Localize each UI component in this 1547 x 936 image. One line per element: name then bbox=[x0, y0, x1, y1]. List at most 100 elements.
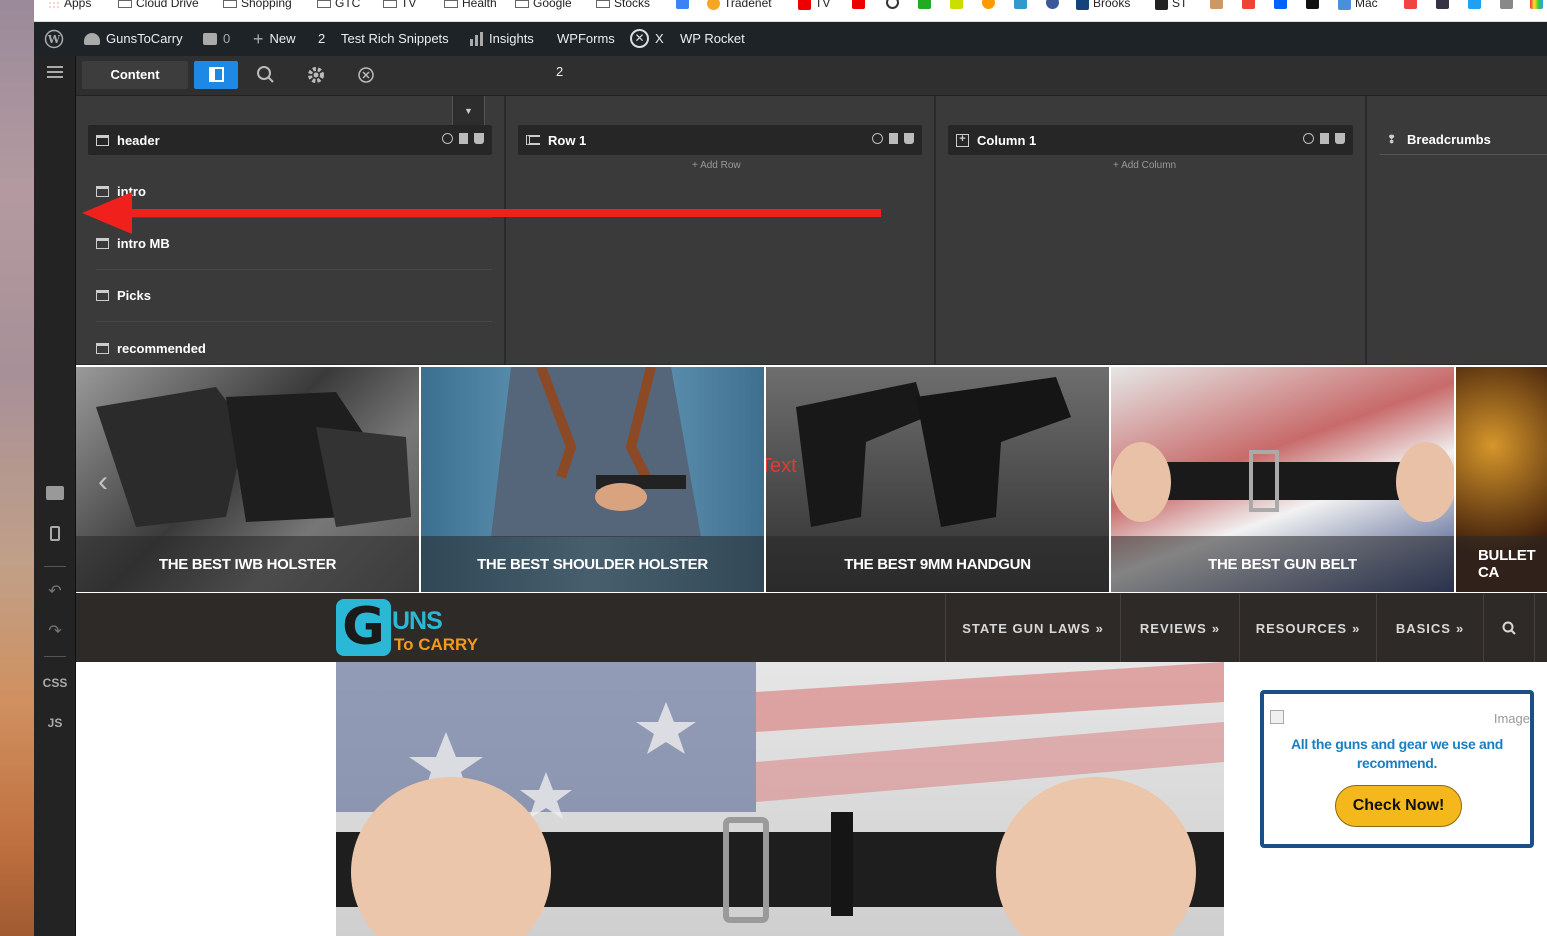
bookmark-dropbox[interactable] bbox=[1274, 0, 1287, 9]
bookmark-label: Google bbox=[533, 0, 572, 10]
bookmark-brooks[interactable]: Brooks bbox=[1076, 0, 1130, 10]
tile-bullet[interactable]: BULLET CA bbox=[1456, 367, 1547, 592]
element-label: Picks bbox=[117, 288, 151, 303]
bookmark-tradenet[interactable]: Tradenet bbox=[707, 0, 772, 10]
bookmark-network[interactable] bbox=[1500, 0, 1513, 9]
nav-basics[interactable]: BASICS» bbox=[1376, 594, 1483, 662]
bookmark-bolt[interactable] bbox=[1014, 0, 1027, 9]
settings-button[interactable] bbox=[306, 65, 326, 85]
js-button[interactable]: JS bbox=[34, 716, 76, 730]
insights-link[interactable]: Insights bbox=[470, 31, 534, 46]
logo-subtext: To CARRY bbox=[394, 635, 479, 654]
tile-caption: BULLET CA bbox=[1456, 536, 1547, 592]
copy-icon[interactable] bbox=[1320, 133, 1329, 144]
nav-label: BASICS bbox=[1395, 620, 1451, 636]
wp-rocket-link[interactable]: WP Rocket bbox=[680, 31, 745, 46]
search-icon[interactable] bbox=[1303, 133, 1314, 144]
trash-icon[interactable] bbox=[474, 133, 484, 144]
wpforms-link[interactable]: WPForms bbox=[557, 31, 615, 46]
desktop-wallpaper bbox=[0, 0, 34, 936]
search-icon[interactable] bbox=[442, 133, 453, 144]
redo-button[interactable]: ↷ bbox=[34, 621, 76, 641]
x-link[interactable]: ✕ X bbox=[630, 29, 664, 48]
trash-icon[interactable] bbox=[904, 133, 914, 144]
column-element[interactable]: + Column 1 bbox=[948, 125, 1353, 155]
nav-state-gun-laws[interactable]: STATE GUN LAWS» bbox=[945, 594, 1120, 662]
text-overlay: Text bbox=[766, 455, 797, 477]
panel-toggle-button[interactable] bbox=[194, 61, 238, 89]
add-row-button[interactable]: + Add Row bbox=[692, 160, 741, 171]
tile-9mm-handgun[interactable]: Text THE BEST 9MM HANDGUN bbox=[766, 367, 1109, 592]
bookmark-tv[interactable]: TV bbox=[383, 0, 416, 10]
new-content-link[interactable]: + New bbox=[253, 30, 296, 48]
bookmark-cloud-drive[interactable]: Cloud Drive bbox=[118, 0, 199, 10]
network-icon bbox=[1500, 0, 1513, 9]
check-now-button[interactable]: Check Now! bbox=[1335, 785, 1462, 827]
search-icon bbox=[257, 66, 274, 83]
tile-gun-belt[interactable]: THE BEST GUN BELT bbox=[1111, 367, 1454, 592]
content-button[interactable]: Content bbox=[82, 61, 188, 89]
updates-count: 2 bbox=[318, 31, 326, 46]
menu-button[interactable] bbox=[34, 66, 76, 81]
copy-icon[interactable] bbox=[459, 133, 468, 144]
bookmark-facebook[interactable] bbox=[1046, 0, 1059, 9]
bookmark-google[interactable]: Google bbox=[515, 0, 572, 10]
nav-resources[interactable]: RESOURCES» bbox=[1239, 594, 1376, 662]
folder-icon bbox=[596, 0, 610, 8]
bookmark-health[interactable]: Health bbox=[444, 0, 497, 10]
updates-link[interactable]: 2 bbox=[318, 31, 325, 46]
header-element[interactable]: header bbox=[88, 125, 492, 155]
add-element-button[interactable] bbox=[34, 486, 76, 503]
bookmark-gtc[interactable]: GTC bbox=[317, 0, 360, 10]
bookmark-wp[interactable] bbox=[1306, 0, 1319, 9]
comments-link[interactable]: 0 bbox=[203, 31, 230, 46]
td-icon bbox=[918, 0, 931, 9]
add-column-button[interactable]: + Add Column bbox=[1113, 160, 1176, 171]
bookmark-mac[interactable]: Mac bbox=[1338, 0, 1378, 10]
bookmark-pocket[interactable] bbox=[1242, 0, 1255, 9]
bookmark-rainbow[interactable] bbox=[1530, 0, 1543, 9]
collapse-toggle[interactable]: ▼ bbox=[452, 96, 485, 128]
search-icon[interactable] bbox=[872, 133, 883, 144]
bookmark-orange[interactable] bbox=[982, 0, 995, 9]
trash-icon[interactable] bbox=[1335, 133, 1345, 144]
bookmark-dark[interactable] bbox=[1436, 0, 1449, 9]
bookmark-cp[interactable] bbox=[950, 0, 963, 9]
bookmark-twitter[interactable] bbox=[1468, 0, 1481, 9]
copy-icon[interactable] bbox=[889, 133, 898, 144]
chevron-left-icon[interactable]: ‹ bbox=[98, 465, 108, 499]
folder-icon bbox=[444, 0, 458, 8]
bookmark-label: Mac bbox=[1355, 0, 1378, 10]
nav-reviews[interactable]: REVIEWS» bbox=[1120, 594, 1239, 662]
wordpress-logo-button[interactable]: W bbox=[44, 29, 64, 49]
bookmark-apps[interactable]: Apps bbox=[48, 0, 91, 10]
close-button[interactable] bbox=[356, 65, 376, 85]
bookmark-youtube[interactable] bbox=[852, 0, 865, 9]
youtube-icon bbox=[798, 0, 811, 10]
bookmark-search[interactable] bbox=[886, 0, 899, 9]
bookmark-youtube-tv[interactable]: TV bbox=[798, 0, 830, 10]
site-name-link[interactable]: GunsToCarry bbox=[84, 31, 183, 46]
bookmark-shopping[interactable]: Shopping bbox=[223, 0, 292, 10]
tile-shoulder-holster[interactable]: THE BEST SHOULDER HOLSTER bbox=[421, 367, 764, 592]
bookmark-gmail[interactable] bbox=[1404, 0, 1417, 9]
bookmark-td[interactable] bbox=[918, 0, 931, 9]
search-button[interactable] bbox=[256, 65, 276, 85]
css-button[interactable]: CSS bbox=[34, 676, 76, 690]
bookmark-drive[interactable] bbox=[676, 0, 689, 9]
tile-iwb-holster[interactable]: ‹ THE BEST IWB HOLSTER bbox=[76, 367, 419, 592]
list-item[interactable]: Picks bbox=[96, 270, 492, 322]
nav-search-button[interactable] bbox=[1483, 594, 1535, 662]
handgun-image bbox=[796, 377, 1071, 527]
breadcrumbs-element[interactable]: ❢ Breadcrumbs bbox=[1379, 125, 1547, 155]
nav-label: REVIEWS bbox=[1139, 620, 1207, 636]
row-element[interactable]: Row 1 bbox=[518, 125, 922, 155]
site-logo[interactable]: G UNS To CARRY bbox=[336, 599, 486, 659]
mobile-preview-button[interactable] bbox=[34, 526, 76, 544]
bookmark-st[interactable]: ST bbox=[1155, 0, 1187, 10]
bookmark-pattern[interactable] bbox=[1210, 0, 1223, 9]
chevron-down-icon: » bbox=[1455, 620, 1465, 636]
rich-snippets-link[interactable]: Test Rich Snippets bbox=[341, 31, 449, 46]
bookmark-stocks[interactable]: Stocks bbox=[596, 0, 650, 10]
undo-button[interactable]: ↶ bbox=[34, 581, 76, 601]
